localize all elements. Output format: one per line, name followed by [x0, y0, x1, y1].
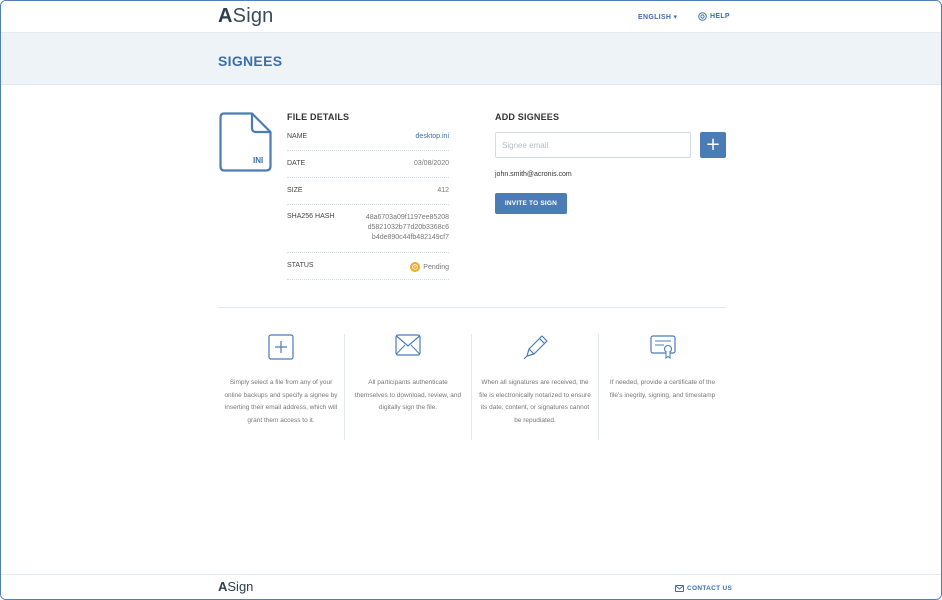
hash-line: b4de890c44fb482149cf7 [371, 234, 449, 241]
file-size-label: SIZE [287, 187, 303, 194]
feature-text: When all signatures are received, the fi… [479, 379, 591, 425]
file-size-value: 412 [437, 187, 449, 194]
help-link[interactable]: HELP [698, 12, 730, 21]
feature-text: All participants authenticate themselves… [354, 379, 462, 412]
file-size-row: SIZE 412 [287, 187, 449, 205]
hash-line: 48a6703a09f1197ee85208 [365, 214, 449, 221]
help-icon [698, 12, 707, 21]
feature-certificate: If needed, provide a certificate of the … [599, 334, 726, 440]
signee-email-input[interactable] [495, 132, 691, 158]
contact-us-link[interactable]: CONTACT US [675, 585, 732, 592]
file-extension-label: INI [253, 156, 264, 165]
certificate-icon [649, 335, 676, 359]
section-divider [218, 307, 726, 308]
file-name-link[interactable]: desktop.ini [416, 133, 449, 140]
status-text: Pending [423, 263, 449, 271]
footer-logo[interactable]: ASign [218, 579, 253, 594]
file-date-row: DATE 03/08/2020 [287, 160, 449, 178]
feature-notarize: When all signatures are received, the fi… [472, 334, 599, 440]
footer-logo-text: Sign [227, 579, 254, 594]
file-hash-value: 48a6703a09f1197ee85208 d5821032b77d20b33… [366, 213, 449, 243]
app-window: ASign ENGLISH ▾ HELP SIGNEES INI FILE DE… [0, 0, 942, 600]
plus-square-icon [268, 334, 294, 360]
page-title: SIGNEES [218, 53, 283, 69]
pen-icon [523, 335, 548, 360]
logo-letter: A [218, 5, 233, 27]
file-date-label: DATE [287, 160, 306, 167]
logo-text: Sign [232, 5, 274, 27]
footer [1, 574, 941, 599]
footer-logo-letter: A [218, 579, 228, 594]
feature-text: If needed, provide a certificate of the … [609, 379, 716, 399]
clock-icon [410, 262, 421, 272]
signee-list-item: john.smith@acronis.com [495, 171, 572, 178]
file-status-label: STATUS [287, 262, 314, 269]
contact-label: CONTACT US [687, 585, 733, 592]
envelope-icon [395, 334, 421, 356]
file-details-title: FILE DETAILS [287, 112, 350, 122]
file-status-row: STATUS Pending [287, 262, 449, 280]
feature-text: Simply select a file from any of your on… [224, 379, 338, 425]
top-bar [1, 1, 941, 33]
file-name-label: NAME [287, 133, 308, 140]
file-hash-row: SHA256 HASH 48a6703a09f1197ee85208 d5821… [287, 213, 449, 253]
hash-line: d5821032b77d20b3368c6 [367, 224, 449, 231]
chevron-down-icon: ▾ [673, 14, 678, 21]
logo[interactable]: ASign [218, 5, 274, 28]
file-hash-label: SHA256 HASH [287, 213, 335, 220]
language-selector[interactable]: ENGLISH ▾ [638, 13, 677, 21]
mail-icon [675, 585, 684, 592]
file-icon [219, 112, 272, 172]
add-signees-title: ADD SIGNEES [495, 112, 560, 122]
status-badge: Pending [410, 262, 449, 272]
invite-to-sign-button[interactable]: INVITE TO SIGN [495, 193, 567, 214]
file-date-value: 03/08/2020 [413, 160, 449, 167]
help-label: HELP [710, 13, 730, 20]
title-band [1, 33, 941, 85]
feature-authenticate: All participants authenticate themselves… [345, 334, 472, 440]
file-name-row: NAME desktop.ini [287, 133, 449, 151]
language-label: ENGLISH [638, 14, 672, 21]
add-signee-button[interactable]: + [700, 132, 726, 158]
feature-select-file: Simply select a file from any of your on… [218, 334, 345, 440]
